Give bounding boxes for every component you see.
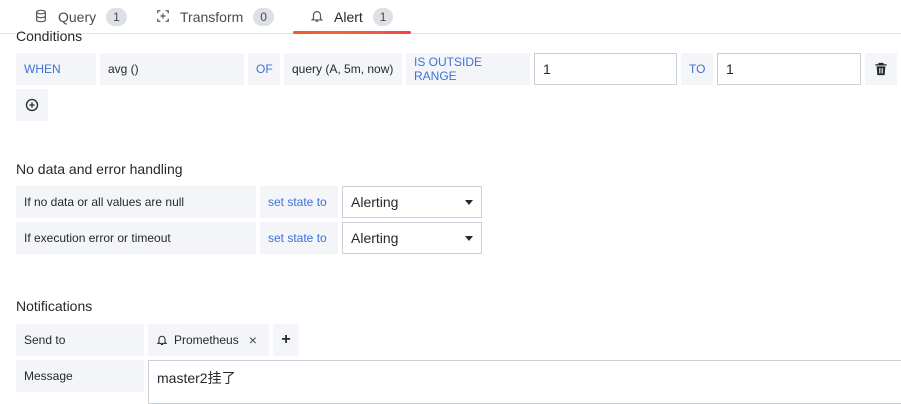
no-data-title: No data and error handling [16,161,183,177]
bell-icon [156,334,168,346]
add-condition-button[interactable] [16,89,48,121]
evaluator-select[interactable]: IS OUTSIDE RANGE [406,53,530,85]
tab-query-count: 1 [106,8,127,26]
tab-alert[interactable]: Alert 1 [310,0,394,34]
editor-tabs: Query 1 Transform 0 Alert 1 [0,0,901,34]
notifications-title: Notifications [16,298,93,314]
add-channel-button[interactable]: + [273,324,299,356]
delete-condition-button[interactable] [865,53,897,85]
error-action: set state to [260,222,338,254]
channel-name: Prometheus [174,333,239,347]
of-keyword: OF [248,53,280,85]
caret-down-icon [465,235,473,241]
tab-alert-label: Alert [334,9,363,25]
reducer-select[interactable]: avg () [100,53,244,85]
message-textarea[interactable]: master2挂了 [148,360,901,404]
message-label: Message [16,360,144,392]
to-keyword: TO [681,53,713,85]
no-data-state-value: Alerting [351,194,399,210]
plus-circle-icon [25,98,39,112]
no-data-row-label: If no data or all values are null [16,186,256,218]
remove-channel-icon[interactable]: × [249,332,257,348]
no-data-state-select[interactable]: Alerting [342,186,482,218]
caret-down-icon [465,199,473,205]
trash-icon [874,62,888,76]
database-icon [34,9,50,25]
notification-channel-chip: Prometheus × [148,324,269,356]
transform-icon [156,9,172,25]
active-tab-indicator [293,31,411,34]
tab-query[interactable]: Query 1 [34,0,127,34]
error-row-label: If execution error or timeout [16,222,256,254]
no-data-action: set state to [260,186,338,218]
when-keyword: WHEN [16,53,96,85]
tab-transform-count: 0 [253,8,274,26]
tab-query-label: Query [58,9,97,25]
send-to-label: Send to [16,324,144,356]
tab-transform[interactable]: Transform 0 [156,0,274,34]
range-from-input[interactable]: 1 [534,53,677,85]
query-select[interactable]: query (A, 5m, now) [284,53,402,85]
tab-transform-label: Transform [180,9,244,25]
error-state-value: Alerting [351,230,399,246]
bell-icon [310,9,326,25]
range-to-input[interactable]: 1 [717,53,861,85]
error-state-select[interactable]: Alerting [342,222,482,254]
tab-alert-count: 1 [372,8,394,26]
